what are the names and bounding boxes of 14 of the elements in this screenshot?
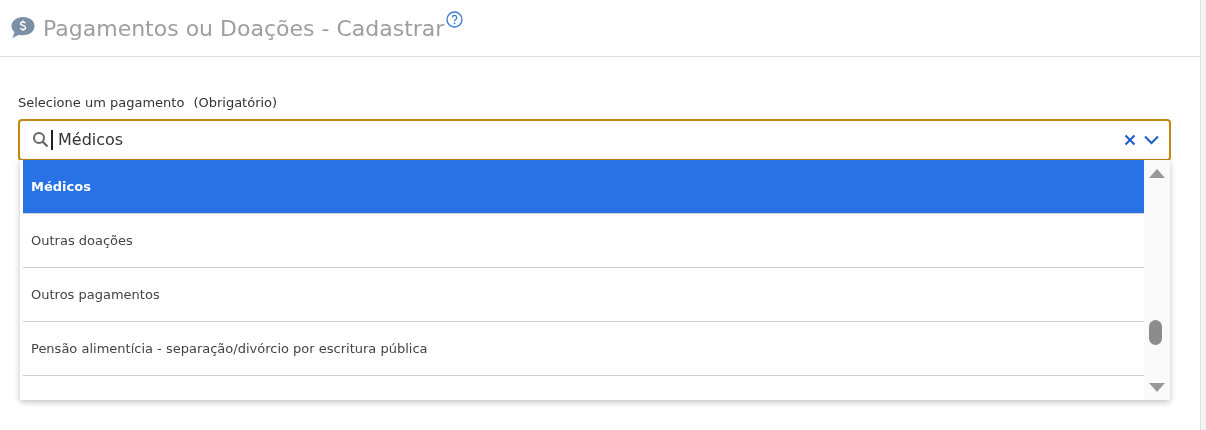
field-value: Médicos: [58, 128, 125, 151]
scroll-up-icon[interactable]: [1149, 169, 1165, 178]
required-note: (Obrigatório): [193, 94, 278, 112]
clear-icon[interactable]: [1124, 133, 1136, 146]
search-icon: [32, 131, 49, 148]
page-title: Pagamentos ou Doações - Cadastrar: [43, 15, 445, 43]
dropdown-option[interactable]: Médicos: [23, 160, 1144, 214]
scroll-down-icon[interactable]: [1149, 383, 1165, 392]
scrollbar[interactable]: [1144, 160, 1170, 400]
field-label: Selecione um pagamento: [18, 94, 185, 112]
scrollbar-thumb[interactable]: [1149, 320, 1162, 345]
help-icon[interactable]: [446, 11, 464, 28]
chevron-down-icon[interactable]: [1144, 134, 1159, 145]
money-chat-icon: [10, 16, 36, 40]
